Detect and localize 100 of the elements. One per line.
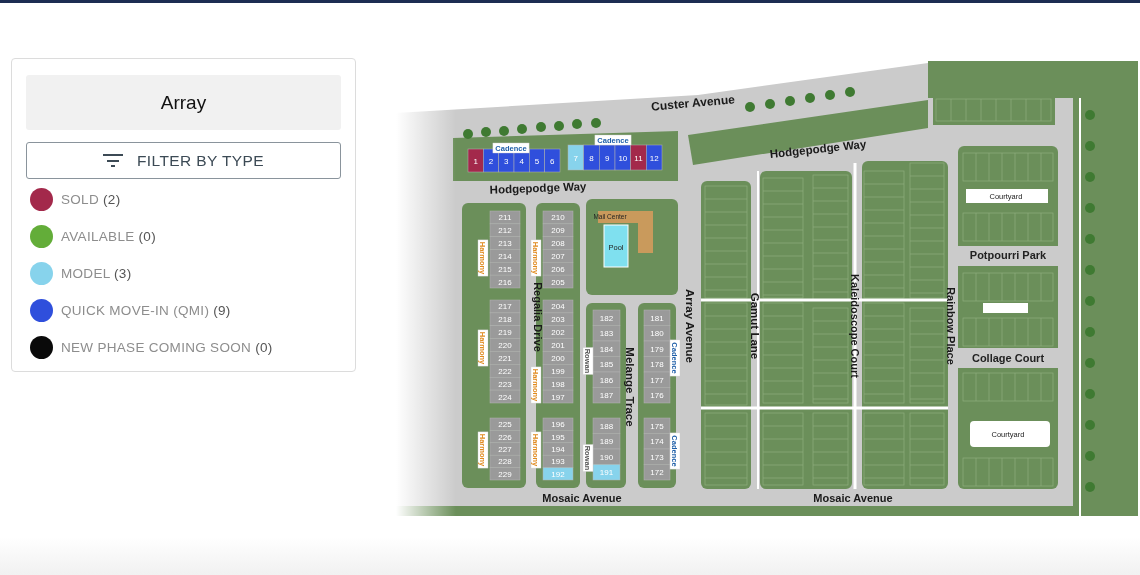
lot[interactable]: 8 xyxy=(583,144,600,171)
tree-icon xyxy=(1085,110,1095,120)
tree-icon xyxy=(1085,482,1095,492)
street-label: Regalia Drive xyxy=(532,282,544,352)
lot[interactable]: 213 xyxy=(489,236,521,250)
lot[interactable]: 220 xyxy=(489,338,521,352)
filter-button[interactable]: FILTER BY TYPE xyxy=(26,142,341,179)
lot[interactable]: 206 xyxy=(542,262,574,276)
lot[interactable]: 201 xyxy=(542,338,574,352)
lot[interactable]: 172 xyxy=(643,464,671,481)
lot[interactable]: 183 xyxy=(592,325,621,342)
street-label: Hodgepodge Way xyxy=(769,138,867,160)
lot[interactable]: 228 xyxy=(489,454,521,468)
lot[interactable]: 227 xyxy=(489,442,521,456)
lot[interactable]: 225 xyxy=(489,417,521,431)
plaza-area xyxy=(983,303,1028,313)
tree-icon xyxy=(1085,327,1095,337)
lot[interactable]: 184 xyxy=(592,340,621,357)
lot[interactable]: 222 xyxy=(489,364,521,378)
lot[interactable]: 202 xyxy=(542,325,574,339)
lot[interactable]: 179 xyxy=(643,340,671,357)
lot[interactable]: 11 xyxy=(630,144,647,171)
lot[interactable]: 216 xyxy=(489,274,521,289)
lot[interactable]: 219 xyxy=(489,325,521,339)
legend-label: QUICK MOVE-IN (QMI) (9) xyxy=(61,303,231,318)
lot[interactable]: 229 xyxy=(489,467,521,481)
lot[interactable]: 190 xyxy=(592,448,621,465)
lot[interactable]: 173 xyxy=(643,448,671,465)
place-label: Collage Court xyxy=(971,352,1045,364)
tree-icon xyxy=(1085,358,1095,368)
lot[interactable]: 181 xyxy=(643,309,671,326)
tree-icon xyxy=(1085,203,1095,213)
street-label: Array Avenue xyxy=(684,289,696,363)
tree-icon xyxy=(1085,172,1095,182)
lot[interactable]: 218 xyxy=(489,312,521,326)
lot[interactable]: 224 xyxy=(489,389,521,404)
lot[interactable]: 200 xyxy=(542,351,574,365)
lot[interactable]: 185 xyxy=(592,356,621,373)
lot[interactable]: 180 xyxy=(643,325,671,342)
street-label: Kaleidoscope Court xyxy=(849,274,861,378)
lot[interactable]: 177 xyxy=(643,371,671,388)
lot[interactable]: 215 xyxy=(489,262,521,276)
lot[interactable]: 9 xyxy=(599,144,616,171)
lot[interactable]: 210 xyxy=(542,210,574,225)
lot[interactable]: 221 xyxy=(489,351,521,365)
lot[interactable]: 194 xyxy=(542,442,574,456)
street-label: Melange Trace xyxy=(624,347,636,427)
legend-label: MODEL (3) xyxy=(61,266,132,281)
lot[interactable]: 193 xyxy=(542,454,574,468)
lot[interactable]: 191 xyxy=(592,464,621,481)
lot[interactable]: 182 xyxy=(592,309,621,326)
lot[interactable]: 174 xyxy=(643,433,671,450)
lot[interactable]: 189 xyxy=(592,433,621,450)
lot[interactable]: 208 xyxy=(542,236,574,250)
tree-icon xyxy=(1085,451,1095,461)
lot[interactable]: 199 xyxy=(542,364,574,378)
lot[interactable]: 1 xyxy=(467,148,484,173)
lot[interactable]: 226 xyxy=(489,430,521,444)
street-label: Mosaic Avenue xyxy=(542,492,622,504)
lot[interactable]: 211 xyxy=(489,210,521,225)
tree-icon xyxy=(1085,265,1095,275)
street-label: Mosaic Avenue xyxy=(813,492,893,504)
street-label: Gamut Lane xyxy=(749,292,761,360)
place-label: Potpourri Park xyxy=(969,249,1047,261)
lot[interactable]: 7 xyxy=(567,144,584,171)
legend-label: AVAILABLE (0) xyxy=(61,229,156,244)
lot[interactable]: 178 xyxy=(643,356,671,373)
lot[interactable]: 207 xyxy=(542,249,574,263)
lot[interactable]: 203 xyxy=(542,312,574,326)
lot[interactable]: 205 xyxy=(542,274,574,289)
lot[interactable]: 197 xyxy=(542,389,574,404)
tree-icon xyxy=(1085,234,1095,244)
lot[interactable]: 204 xyxy=(542,299,574,314)
legend-label: SOLD (2) xyxy=(61,192,121,207)
street-label: Hodgepodge Way xyxy=(489,180,587,196)
tree-icon xyxy=(1085,141,1095,151)
lot[interactable]: 209 xyxy=(542,223,574,237)
legend-label: NEW PHASE COMING SOON (0) xyxy=(61,340,273,355)
lot[interactable]: 196 xyxy=(542,417,574,431)
lot[interactable]: 12 xyxy=(646,144,663,171)
street-label: Rainbow Place xyxy=(945,287,957,365)
community-title: Array xyxy=(26,75,341,130)
lot[interactable]: 192 xyxy=(542,467,574,481)
lot[interactable]: 188 xyxy=(592,417,621,434)
tree-icon xyxy=(1085,389,1095,399)
lot[interactable]: 217 xyxy=(489,299,521,314)
lot[interactable]: 187 xyxy=(592,387,621,404)
lot[interactable]: 6 xyxy=(544,148,561,173)
lot[interactable]: 176 xyxy=(643,387,671,404)
tree-icon xyxy=(1085,420,1095,430)
lot[interactable]: 10 xyxy=(614,144,631,171)
lot[interactable]: 195 xyxy=(542,430,574,444)
tree-icon xyxy=(1085,296,1095,306)
street-label: Custer Avenue xyxy=(650,92,736,114)
lot[interactable]: 212 xyxy=(489,223,521,237)
filter-icon xyxy=(102,153,123,168)
lot[interactable]: 186 xyxy=(592,371,621,388)
lot[interactable]: 5 xyxy=(529,148,545,173)
lot[interactable]: 175 xyxy=(643,417,671,434)
lot[interactable]: 214 xyxy=(489,249,521,263)
